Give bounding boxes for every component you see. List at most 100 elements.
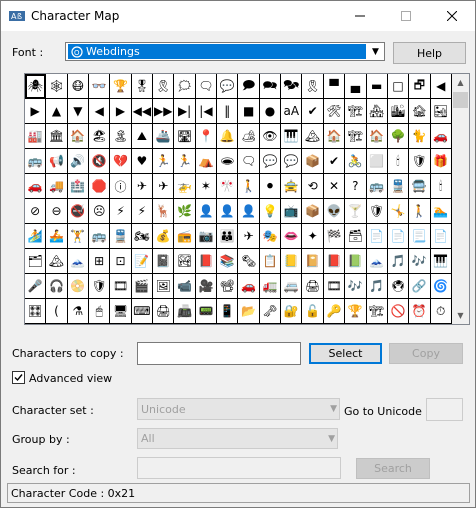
character-cell[interactable]: 📽 <box>217 274 239 299</box>
character-cell[interactable]: 🎗 <box>153 74 175 99</box>
character-cell[interactable]: 🚶 <box>409 199 431 224</box>
character-cell[interactable]: 💬 <box>281 149 303 174</box>
character-cell[interactable]: 🔗 <box>409 274 431 299</box>
character-cell[interactable]: 📃 <box>409 224 431 249</box>
character-cell[interactable]: 🛡 <box>366 199 388 224</box>
character-cell[interactable]: 🏍 <box>131 224 154 249</box>
character-cell[interactable]: ? <box>345 174 367 199</box>
character-cell[interactable]: 🎵 <box>366 274 388 299</box>
character-cell[interactable]: 🔊 <box>67 149 90 174</box>
select-button[interactable]: Select <box>309 343 382 364</box>
close-button[interactable] <box>429 1 475 31</box>
character-cell[interactable]: 🖨 <box>153 299 175 324</box>
character-cell[interactable]: ✈ <box>131 174 154 199</box>
character-cell[interactable]: 🏛 <box>46 124 68 149</box>
character-cell[interactable]: 📔 <box>302 249 324 274</box>
characters-to-copy-input[interactable] <box>137 342 301 365</box>
character-cell[interactable]: 🌳 <box>387 124 410 149</box>
character-cell[interactable]: 📕 <box>195 249 218 274</box>
character-cell[interactable]: 🎶 <box>345 274 367 299</box>
character-cell[interactable]: 🏄 <box>25 224 47 249</box>
character-cell[interactable]: 🛑 <box>89 174 111 199</box>
character-cell[interactable]: 📚 <box>217 249 239 274</box>
search-input[interactable] <box>137 457 341 479</box>
character-cell[interactable]: 🍸 <box>345 199 367 224</box>
character-cell[interactable]: ◀ <box>89 99 111 124</box>
maximize-button[interactable] <box>383 1 429 31</box>
character-cell[interactable]: 🚴 <box>345 149 367 174</box>
character-cell[interactable]: 🗻 <box>67 249 90 274</box>
character-cell[interactable]: 📗 <box>345 249 367 274</box>
character-cell[interactable]: 📂 <box>238 299 260 324</box>
character-cell[interactable]: 🛣 <box>174 124 196 149</box>
character-cell[interactable]: 🎞 <box>110 274 132 299</box>
character-cell[interactable]: 🕯 <box>387 149 410 174</box>
scroll-down-icon[interactable]: ▼ <box>452 307 469 324</box>
character-cell[interactable]: ▶ <box>110 99 132 124</box>
character-cell[interactable]: 🔇 <box>89 149 111 174</box>
advanced-view-checkbox[interactable] <box>12 371 25 384</box>
character-cell[interactable]: 🎵 <box>387 249 410 274</box>
character-cell[interactable]: 🎛 <box>25 299 47 324</box>
character-cell[interactable]: ⚡ <box>131 199 154 224</box>
character-cell[interactable]: 🏭 <box>25 124 47 149</box>
character-cell[interactable]: 🎖 <box>131 74 154 99</box>
character-cell[interactable]: 📷 <box>195 224 218 249</box>
character-cell[interactable]: ✈ <box>153 174 175 199</box>
character-cell[interactable]: ▶| <box>174 99 196 124</box>
character-cell[interactable]: 🗗 <box>409 74 431 99</box>
character-cell[interactable]: 🗪 <box>259 74 282 99</box>
character-cell[interactable]: 🏥 <box>67 174 90 199</box>
character-set-dropdown[interactable]: Unicode ▼ <box>137 398 340 420</box>
character-cell[interactable]: ▼ <box>67 99 90 124</box>
character-cell[interactable]: ▬ <box>366 74 388 99</box>
character-cell[interactable]: ⚗ <box>67 299 90 324</box>
character-cell[interactable]: 💰 <box>153 224 175 249</box>
character-cell[interactable]: 👪 <box>217 224 239 249</box>
character-cell[interactable]: 🔔 <box>217 124 239 149</box>
minimize-button[interactable] <box>337 1 383 31</box>
character-cell[interactable]: ▀ <box>323 74 346 99</box>
character-cell[interactable]: ⊘ <box>25 199 47 224</box>
character-cell[interactable]: 🎹 <box>281 124 303 149</box>
character-cell[interactable]: 📋 <box>259 249 282 274</box>
character-cell[interactable]: 🚌 <box>89 224 111 249</box>
character-cell[interactable]: 🤸 <box>387 199 410 224</box>
character-cell[interactable]: 🏠 <box>366 124 388 149</box>
character-cell[interactable]: 🏝 <box>110 124 132 149</box>
character-cell[interactable]: 📄 <box>430 224 452 249</box>
character-cell[interactable]: 🏠 <box>67 124 90 149</box>
character-cell[interactable]: 📀 <box>67 274 90 299</box>
character-cell[interactable]: aA <box>281 99 303 124</box>
character-cell[interactable]: ⌨ <box>131 299 154 324</box>
grid-vertical-scrollbar[interactable]: ▲ ▼ <box>452 74 469 324</box>
character-cell[interactable]: ⏰ <box>409 299 431 324</box>
character-cell[interactable]: 👤 <box>238 199 260 224</box>
character-cell[interactable]: 🚖 <box>281 174 303 199</box>
character-cell[interactable]: 🏚 <box>409 99 431 124</box>
character-cell[interactable]: 📒 <box>281 249 303 274</box>
character-cell[interactable]: ⚫ <box>259 174 282 199</box>
character-cell[interactable]: 🛠 <box>323 99 346 124</box>
character-cell[interactable]: 🏗 <box>345 124 367 149</box>
character-cell[interactable]: ♥ <box>131 149 154 174</box>
character-cell[interactable]: 💔 <box>110 149 132 174</box>
character-cell[interactable]: 🖥 <box>110 299 132 324</box>
character-cell[interactable]: 😷 <box>67 74 90 99</box>
character-cell[interactable]: 🏗 <box>366 299 388 324</box>
character-cell[interactable]: ▶ <box>25 99 47 124</box>
character-cell[interactable]: 📟 <box>195 299 218 324</box>
character-cell[interactable]: 🚗 <box>238 274 260 299</box>
character-cell[interactable]: 🛡 <box>89 274 111 299</box>
character-cell[interactable]: 📱 <box>217 299 239 324</box>
character-cell[interactable]: 🗨 <box>238 149 260 174</box>
character-cell[interactable]: 🗞 <box>238 249 260 274</box>
character-cell[interactable]: ⟲ <box>302 174 324 199</box>
character-cell[interactable]: 🏋 <box>67 224 90 249</box>
character-cell[interactable]: 🚶 <box>238 174 260 199</box>
character-cell[interactable]: 👤 <box>195 199 218 224</box>
character-cell[interactable]: ✔ <box>323 149 346 174</box>
character-cell[interactable]: 🏕 <box>238 124 260 149</box>
character-cell[interactable]: 🎶 <box>409 249 431 274</box>
character-cell[interactable]: 🎭 <box>259 224 282 249</box>
